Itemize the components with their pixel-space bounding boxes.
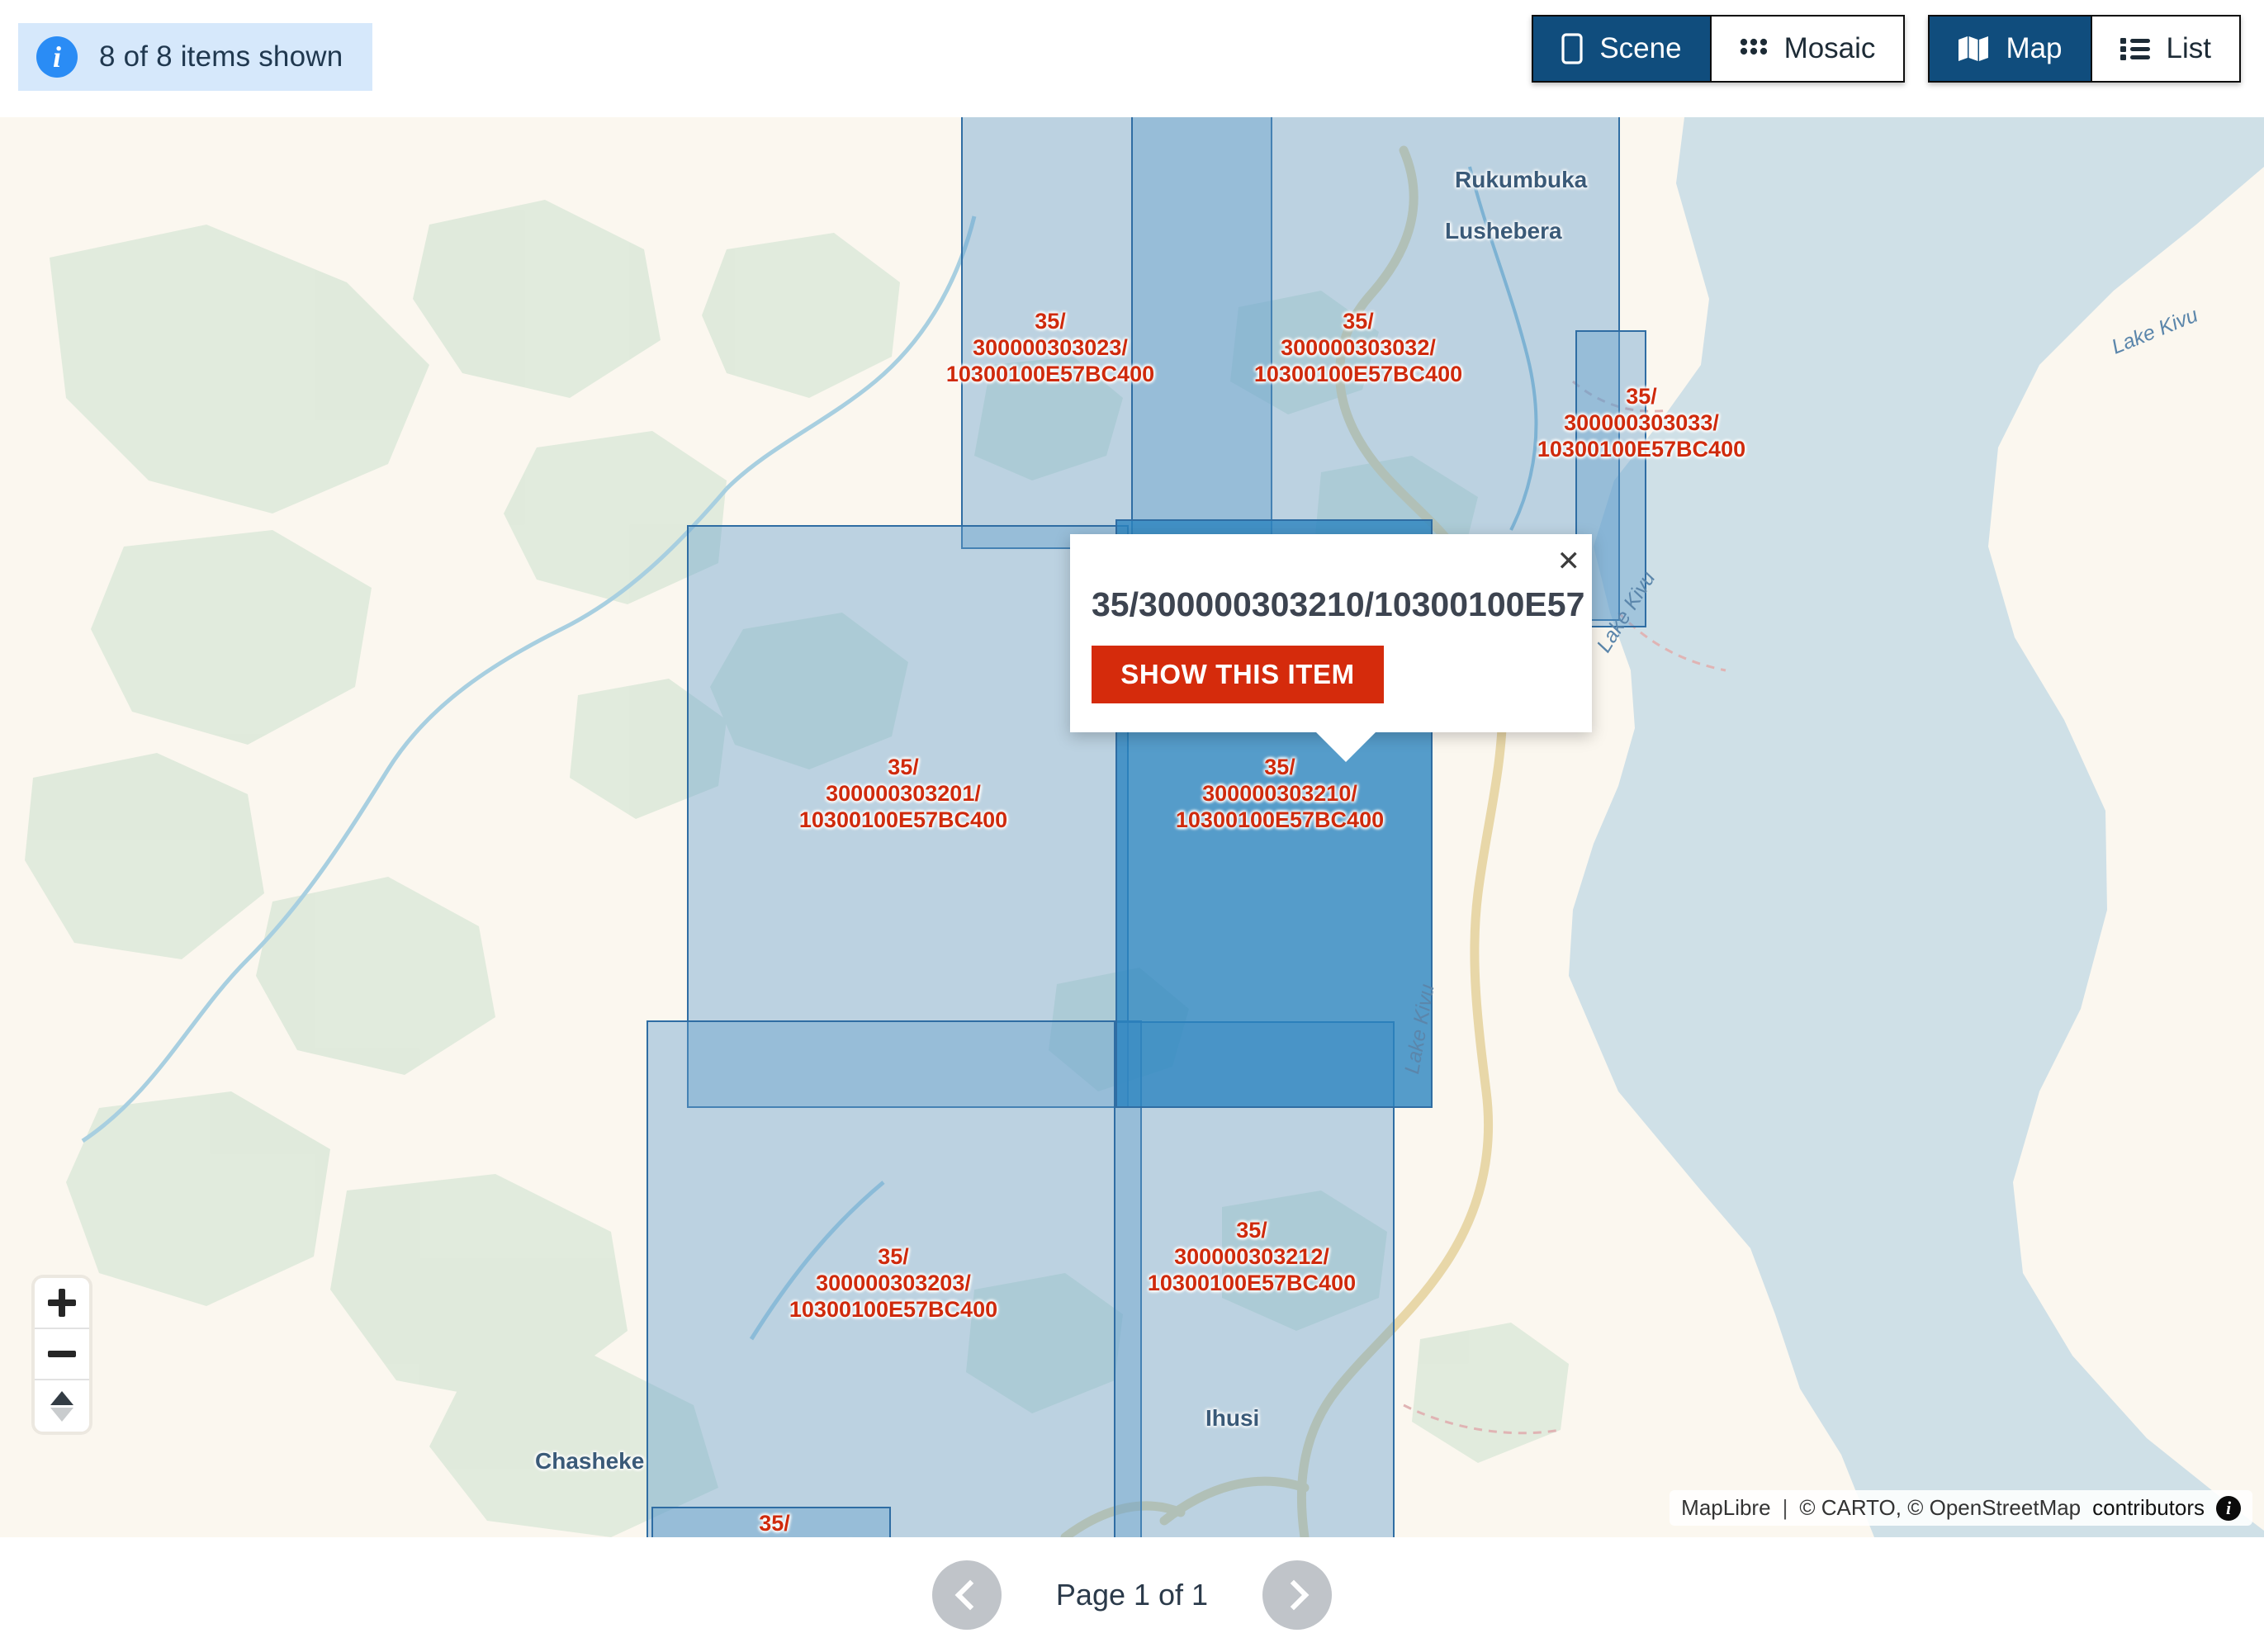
footprint-label-line: 300000303203/: [816, 1270, 971, 1295]
info-icon: i: [36, 36, 78, 78]
scene-view-button[interactable]: Scene: [1533, 17, 1712, 81]
footprint-label-line: 10300100E57BC400: [1253, 361, 1463, 386]
map-canvas[interactable]: Rukumbuka Lushebera Kanyunyi Chasheke Ih…: [0, 117, 2264, 1537]
map-view-button[interactable]: Map: [1930, 17, 2092, 81]
previous-page-button[interactable]: [931, 1560, 1002, 1630]
footprint-label-line: 35/: [878, 1244, 909, 1269]
mosaic-view-button[interactable]: Mosaic: [1711, 17, 1904, 81]
place-label: Lushebera: [1445, 218, 1562, 244]
footprint-label-line: 300000303212/: [1174, 1243, 1329, 1269]
popup-title: 35/300000303210/10300100E57: [1092, 585, 1585, 623]
map-view-label: Map: [2006, 32, 2063, 64]
page-indicator: Page 1 of 1: [1055, 1577, 1209, 1612]
zoom-in-button[interactable]: [35, 1278, 89, 1329]
footprint-label-line: 10300100E57BC400: [1537, 436, 1746, 462]
footprint-label-line: 300000303033/: [1564, 409, 1719, 435]
close-icon[interactable]: ✕: [1557, 547, 1581, 575]
pagination-bar: Page 1 of 1: [0, 1537, 2264, 1652]
scene-icon: [1561, 33, 1583, 64]
top-toolbar: i 8 of 8 items shown Scene Mosaic Map Li…: [0, 0, 2264, 117]
footprint-label-line: 10300100E57BC400: [798, 807, 1008, 832]
list-view-label: List: [2166, 32, 2211, 64]
compass-icon: [50, 1390, 73, 1422]
content-view-group: Scene Mosaic: [1532, 15, 1906, 83]
chevron-right-icon: [1278, 1579, 1310, 1610]
attribution-library[interactable]: MapLibre: [1681, 1495, 1770, 1521]
mosaic-view-label: Mosaic: [1783, 32, 1876, 64]
list-icon: [2120, 37, 2150, 60]
footprint-label-line: 35/: [1626, 384, 1657, 409]
place-label: Ihusi: [1205, 1405, 1260, 1431]
popup-tail: [1314, 731, 1377, 762]
chevron-left-icon: [954, 1579, 986, 1610]
view-toggle-groups: Scene Mosaic Map List: [1532, 15, 2241, 83]
attribution-separator: |: [1782, 1495, 1788, 1520]
footprint-label-line: 35/: [1035, 309, 1066, 334]
scene-view-label: Scene: [1599, 32, 1682, 64]
footprint-label: 35/ 300000303212/ 10300100E57BC400: [1148, 1218, 1356, 1297]
footprint-label-line: 10300100E57BC400: [945, 361, 1155, 386]
footprint-label-selected: 35/ 300000303210/ 10300100E57BC400: [1176, 755, 1384, 834]
footprint-label: 35/ 300000303033/ 10300100E57BC400: [1537, 384, 1745, 463]
mosaic-icon: [1740, 38, 1768, 59]
attribution-providers[interactable]: © CARTO, © OpenStreetMap: [1799, 1495, 2081, 1521]
minus-icon: [48, 1340, 76, 1368]
footprint-label: 35/ 300000303201/ 10300100E57BC400: [799, 755, 1007, 834]
footprint-label-line: 10300100E57BC400: [1147, 1270, 1357, 1295]
next-page-button[interactable]: [1262, 1560, 1333, 1630]
attribution-contributors[interactable]: contributors: [2092, 1495, 2205, 1521]
footprint-label-line: 35/: [888, 755, 919, 779]
items-shown-label: 8 of 8 items shown: [99, 40, 343, 73]
map-icon: [1958, 36, 1989, 62]
footprint-label-line: 300000303032/: [1281, 334, 1436, 360]
place-label: Rukumbuka: [1455, 167, 1588, 192]
display-view-group: Map List: [1928, 15, 2241, 83]
zoom-out-button[interactable]: [35, 1329, 89, 1380]
footprint-label: 35/ 300000303203/ 10300100E57BC400: [789, 1244, 997, 1323]
footprint-label-line: 10300100E57BC400: [1175, 807, 1385, 832]
footprint-label: 35/ 300000303023/ 10300100E57BC400: [946, 309, 1154, 388]
footprint-label-line: 300000303023/: [973, 334, 1128, 360]
place-label: Chasheke: [535, 1448, 645, 1474]
map-zoom-controls: [35, 1278, 89, 1432]
map-attribution: MapLibre | © CARTO, © OpenStreetMap cont…: [1670, 1490, 2252, 1526]
footprint-label-line: 10300100E57BC400: [789, 1296, 998, 1322]
attribution-info-icon[interactable]: i: [2216, 1495, 2241, 1521]
show-this-item-button[interactable]: SHOW THIS ITEM: [1092, 646, 1384, 703]
plus-icon: [48, 1289, 76, 1317]
footprint-label-line: 35/: [1236, 1218, 1267, 1243]
footprint-label-line: 35/: [1343, 309, 1374, 334]
footprint-label-line: 300000303201/: [826, 780, 981, 806]
footprint-label-line: 300000303210/: [1202, 780, 1357, 806]
footprint-label-line: 35/: [759, 1511, 790, 1536]
map-compass-button[interactable]: [35, 1380, 89, 1432]
items-shown-badge: i 8 of 8 items shown: [18, 23, 373, 91]
footprint-label: 35/ 300000303032/ 10300100E57BC400: [1254, 309, 1462, 388]
feature-popup: ✕ 35/300000303210/10300100E57 SHOW THIS …: [1070, 534, 1592, 762]
footprint-label: 35/ 300000303221/ 10300100E57BC400: [670, 1511, 879, 1537]
list-view-button[interactable]: List: [2091, 17, 2239, 81]
